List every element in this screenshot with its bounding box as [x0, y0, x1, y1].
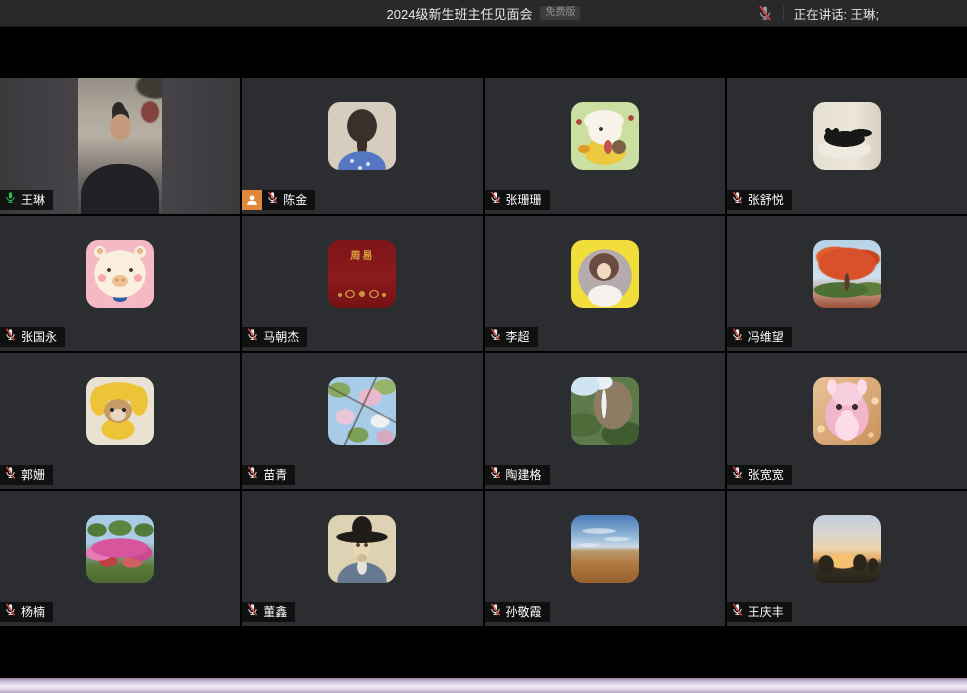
avatar: [813, 377, 881, 445]
participant-nametag: 张珊珊: [485, 190, 550, 210]
participant-tile[interactable]: 董鑫: [242, 491, 482, 627]
participant-tile[interactable]: 李超: [485, 216, 725, 352]
participant-tile[interactable]: 郭姗: [0, 353, 240, 489]
avatar: [328, 515, 396, 583]
microphone-muted-icon[interactable]: [757, 5, 773, 21]
avatar-book-title: 周易: [328, 247, 396, 262]
avatar: [571, 515, 639, 583]
avatar: 周易: [328, 240, 396, 308]
microphone-muted-icon: [489, 328, 502, 346]
participant-name: 冯维望: [748, 327, 784, 347]
participant-name: 陈金: [283, 190, 307, 210]
participant-nametag: 陶建格: [485, 465, 550, 485]
avatar: [86, 240, 154, 308]
participant-name: 苗青: [263, 465, 287, 485]
free-version-badge: 免费版: [540, 6, 580, 20]
microphone-muted-icon: [731, 466, 744, 484]
participant-tile[interactable]: 周易 马朝杰: [242, 216, 482, 352]
participant-nametag: 杨楠: [0, 602, 53, 622]
participant-tile-chenjin[interactable]: 陈金: [242, 78, 482, 214]
participant-name: 杨楠: [21, 602, 45, 622]
participant-nametag: 陈金: [242, 190, 315, 210]
titlebar: 2024级新生班主任见面会 免费版 正在讲话: 王琳;: [0, 0, 967, 27]
participant-nametag: 李超: [485, 327, 538, 347]
participant-nametag: 郭姗: [0, 465, 53, 485]
participant-nametag: 张国永: [0, 327, 65, 347]
participant-nametag: 张宽宽: [727, 465, 792, 485]
participant-name: 李超: [506, 327, 530, 347]
participant-name: 董鑫: [263, 602, 287, 622]
participant-nametag: 孙敬霞: [485, 602, 550, 622]
avatar: [813, 240, 881, 308]
participant-tile[interactable]: 张珊珊: [485, 78, 725, 214]
microphone-muted-icon: [489, 466, 502, 484]
microphone-muted-icon: [731, 191, 744, 209]
participant-tile[interactable]: 张宽宽: [727, 353, 967, 489]
participant-tile[interactable]: 王庆丰: [727, 491, 967, 627]
participant-tile[interactable]: 杨楠: [0, 491, 240, 627]
participant-nametag: 董鑫: [242, 602, 295, 622]
live-video-person: [78, 78, 162, 214]
participant-nametag: 王庆丰: [727, 602, 792, 622]
microphone-muted-icon: [266, 191, 279, 209]
participant-nametag: 冯维望: [727, 327, 792, 347]
participant-name: 郭姗: [21, 465, 45, 485]
microphone-muted-icon: [246, 328, 259, 346]
participant-name: 张宽宽: [748, 465, 784, 485]
microphone-muted-icon: [4, 603, 17, 621]
avatar: [571, 377, 639, 445]
participant-name: 马朝杰: [263, 327, 299, 347]
participant-tile[interactable]: 孙敬霞: [485, 491, 725, 627]
microphone-muted-icon: [246, 466, 259, 484]
participant-tile[interactable]: 张国永: [0, 216, 240, 352]
avatar: [328, 102, 396, 170]
participant-name: 张珊珊: [506, 190, 542, 210]
titlebar-separator: [783, 6, 784, 21]
participant-name: 孙敬霞: [506, 602, 542, 622]
participant-nametag: 王琳: [0, 190, 53, 210]
microphone-on-icon: [4, 191, 17, 209]
participant-name: 王庆丰: [748, 602, 784, 622]
participant-tile[interactable]: 苗青: [242, 353, 482, 489]
participant-nametag: 张舒悦: [727, 190, 792, 210]
avatar: [328, 377, 396, 445]
background-window-edge: [0, 678, 967, 693]
speaking-status: 正在讲话: 王琳;: [794, 4, 879, 23]
participant-name: 张国永: [21, 327, 57, 347]
participant-nametag: 马朝杰: [242, 327, 307, 347]
participant-tile[interactable]: 冯维望: [727, 216, 967, 352]
microphone-muted-icon: [489, 603, 502, 621]
microphone-muted-icon: [4, 466, 17, 484]
participant-tile[interactable]: 张舒悦: [727, 78, 967, 214]
avatar: [86, 377, 154, 445]
avatar: [813, 102, 881, 170]
microphone-muted-icon: [489, 191, 502, 209]
participant-name: 张舒悦: [748, 190, 784, 210]
avatar: [86, 515, 154, 583]
microphone-muted-icon: [246, 603, 259, 621]
meeting-window: 2024级新生班主任见面会 免费版 正在讲话: 王琳;: [0, 0, 967, 693]
participant-tile[interactable]: 陶建格: [485, 353, 725, 489]
microphone-muted-icon: [4, 328, 17, 346]
participant-tile-wanglin[interactable]: 王琳: [0, 78, 240, 214]
avatar: [571, 240, 639, 308]
participant-name: 陶建格: [506, 465, 542, 485]
avatar: [813, 515, 881, 583]
person-icon: [242, 190, 262, 210]
participant-grid: 王琳: [0, 78, 967, 626]
meeting-title: 2024级新生班主任见面会: [387, 4, 533, 23]
microphone-muted-icon: [731, 328, 744, 346]
participant-nametag: 苗青: [242, 465, 295, 485]
title-group: 2024级新生班主任见面会 免费版: [387, 4, 581, 23]
participant-name: 王琳: [21, 190, 45, 210]
microphone-muted-icon: [731, 603, 744, 621]
titlebar-right: 正在讲话: 王琳;: [757, 0, 879, 26]
avatar: [571, 102, 639, 170]
